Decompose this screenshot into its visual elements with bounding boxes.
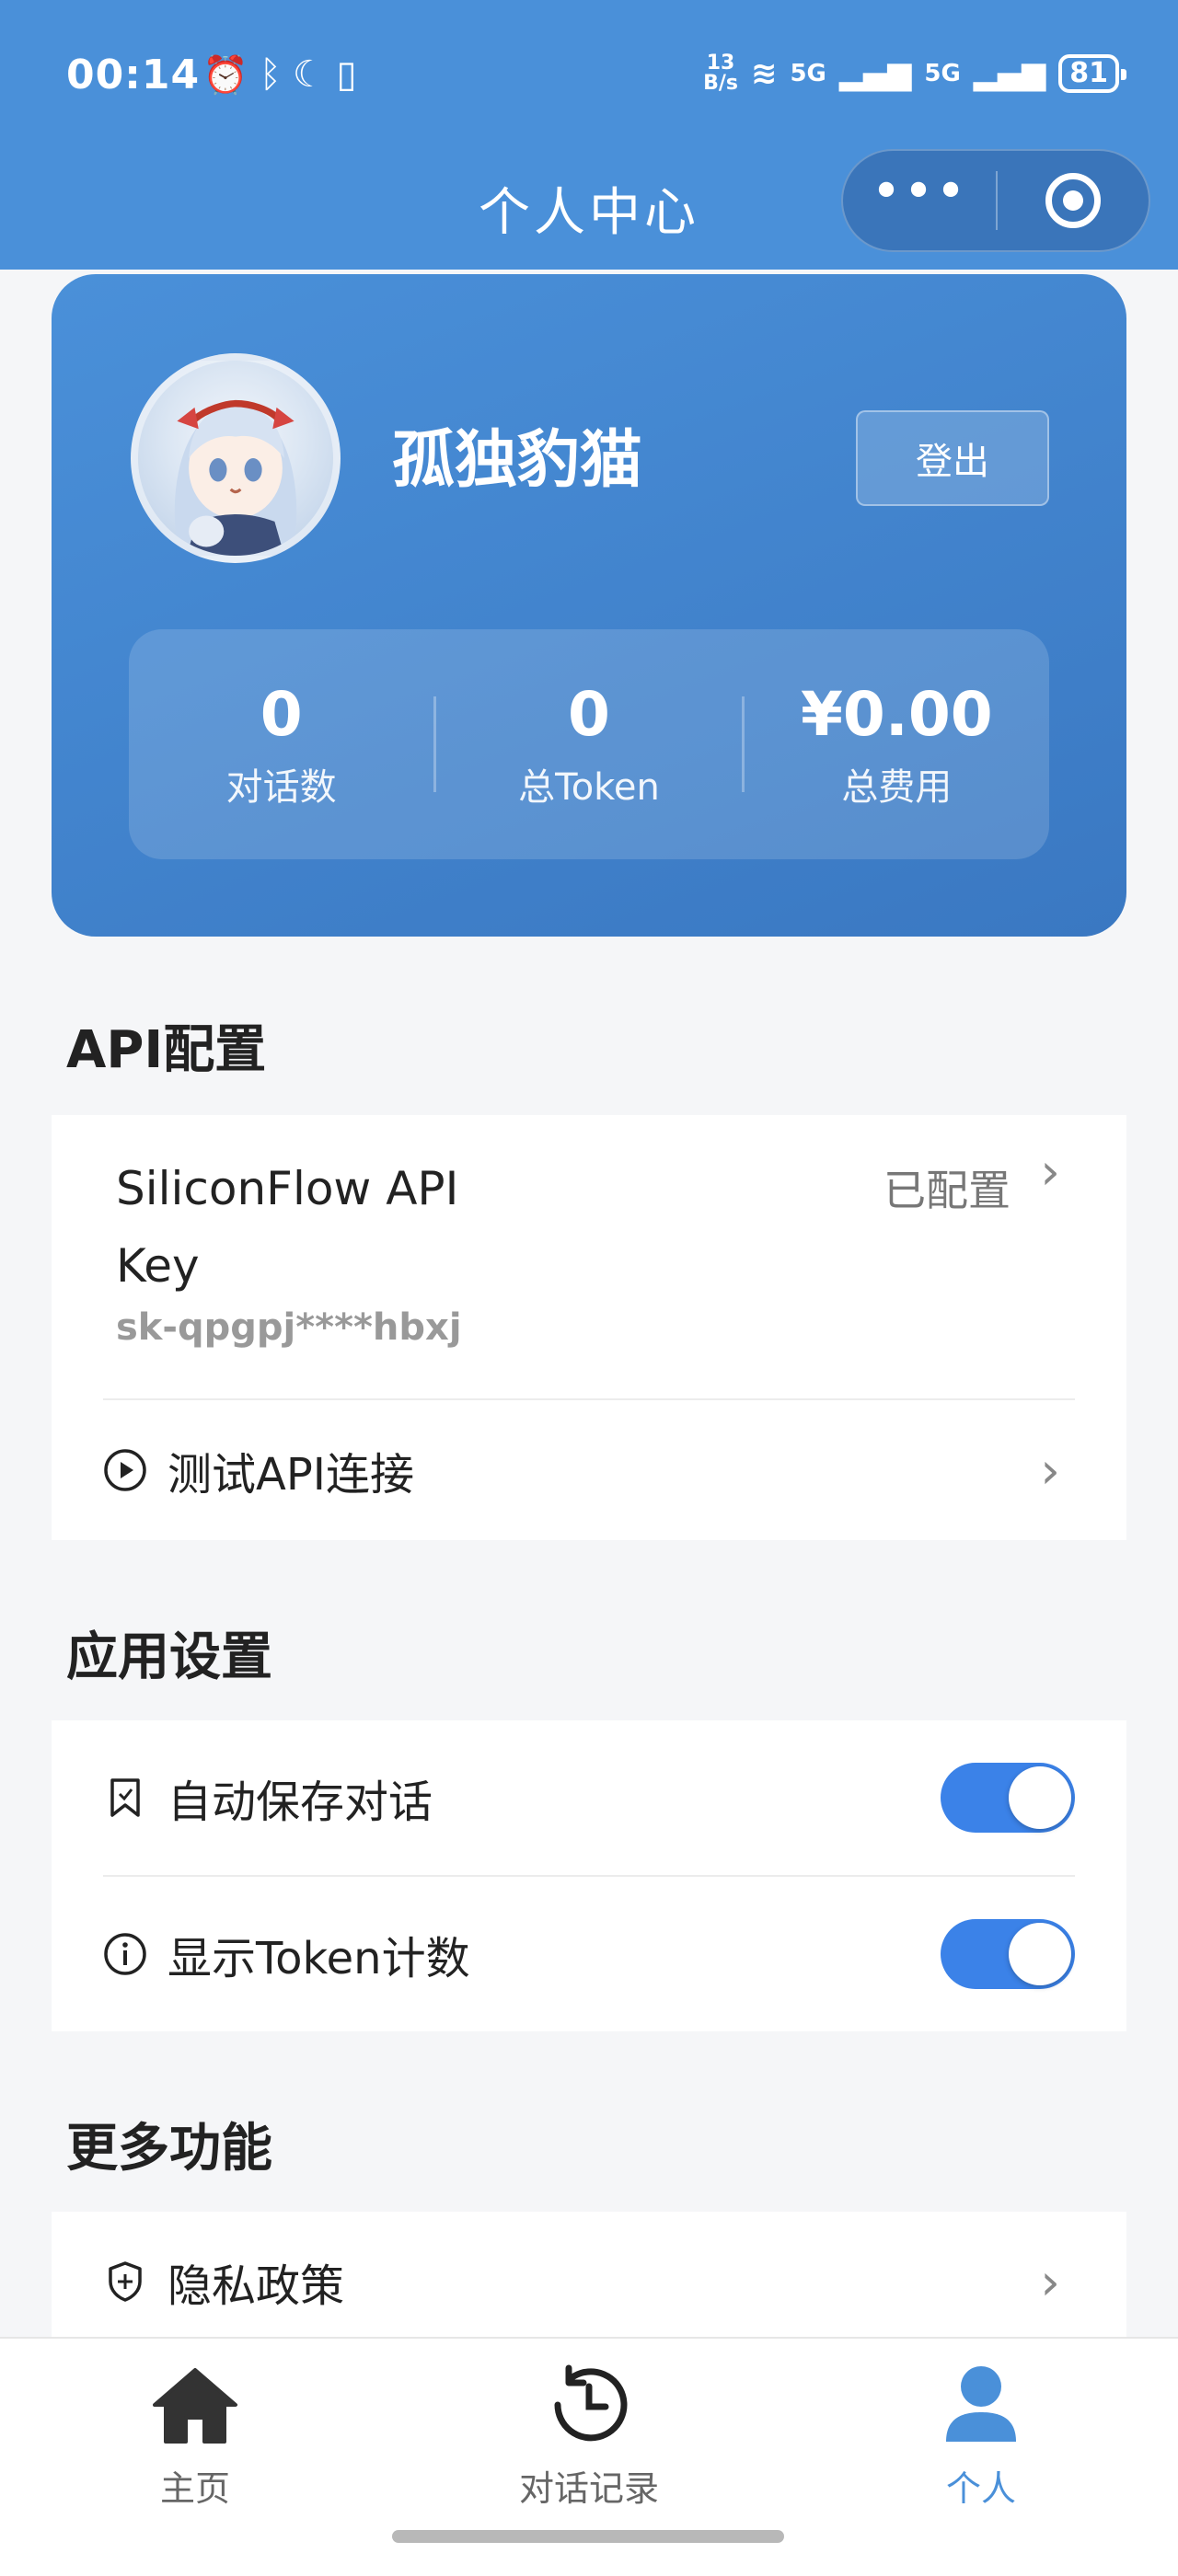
chevron-right-icon: › (1040, 1143, 1060, 1201)
show-token-row: 显示Token计数 (52, 1877, 1126, 2031)
close-miniprogram-button[interactable] (998, 173, 1149, 228)
bookmark-icon (103, 1776, 147, 1820)
api-key-row[interactable]: SiliconFlow API Key 已配置 › sk-qpgpj****hb… (52, 1115, 1126, 1398)
home-icon (149, 2359, 241, 2451)
signal-label-2: 5G (924, 60, 961, 87)
status-time: 00:14 (66, 52, 201, 98)
more-menu-button[interactable]: ••• (843, 167, 996, 218)
bluetooth-icon: ᛒ (259, 53, 282, 96)
home-indicator (392, 2530, 784, 2543)
info-icon (103, 1932, 147, 1976)
shield-icon (103, 2260, 147, 2304)
api-key-masked: sk-qpgpj****hbxj (116, 1306, 462, 1349)
tab-profile[interactable]: 个人 (843, 2359, 1119, 2511)
app-settings-card: 自动保存对话 显示Token计数 (52, 1720, 1126, 2031)
avatar[interactable] (131, 353, 341, 563)
tab-label: 对话记录 (518, 2468, 659, 2509)
avatar-image (174, 399, 297, 556)
tab-history[interactable]: 对话记录 (451, 2359, 727, 2511)
tab-home[interactable]: 主页 (57, 2359, 333, 2511)
show-token-toggle[interactable] (941, 1919, 1075, 1989)
status-icons: ⏰ ᛒ ☾ ▯ (202, 53, 357, 97)
signal-bars-icon: ▂▄▆ (838, 55, 912, 92)
tab-label: 个人 (945, 2468, 1016, 2509)
status-right: 13 B/s ≋ 5G ▂▄▆ 5G ▂▄▆ 81 (703, 53, 1126, 94)
person-icon (935, 2359, 1027, 2451)
stat-label: 总Token (518, 766, 660, 809)
profile-card: 孤独豹猫 登出 0 对话数 0 总Token ¥0.00 总费用 (52, 274, 1126, 937)
stat-conversations: 0 对话数 (129, 678, 433, 811)
stat-label: 总费用 (841, 766, 953, 809)
moon-icon: ☾ (292, 53, 326, 96)
status-bar: 00:14 ⏰ ᛒ ☾ ▯ 13 B/s ≋ 5G ▂▄▆ 5G ▂▄▆ 81 (0, 0, 1178, 156)
history-icon (543, 2359, 635, 2451)
more-features-card: 隐私政策 › (52, 2212, 1126, 2337)
signal-bars-icon-2: ▂▄▆ (973, 55, 1046, 92)
network-speed-unit: B/s (703, 72, 738, 95)
section-title-more: 更多功能 (66, 2119, 272, 2179)
stat-label: 对话数 (225, 766, 337, 809)
vibrate-icon: ▯ (336, 53, 357, 96)
show-token-label: 显示Token计数 (167, 1933, 470, 1984)
api-config-card: SiliconFlow API Key 已配置 › sk-qpgpj****hb… (52, 1115, 1126, 1540)
privacy-policy-label: 隐私政策 (167, 2260, 345, 2312)
test-api-label: 测试API连接 (167, 1449, 414, 1501)
stat-value: ¥0.00 (800, 679, 993, 750)
target-icon (1045, 173, 1101, 228)
miniprogram-capsule: ••• (841, 149, 1150, 252)
battery-icon: 81 (1058, 54, 1126, 93)
stat-cost: ¥0.00 总费用 (745, 678, 1049, 811)
signal-label-1: 5G (790, 60, 826, 87)
tab-label: 主页 (159, 2468, 230, 2509)
stats-panel: 0 对话数 0 总Token ¥0.00 总费用 (129, 629, 1049, 859)
section-title-api: API配置 (66, 1020, 267, 1080)
app-header: 00:14 ⏰ ᛒ ☾ ▯ 13 B/s ≋ 5G ▂▄▆ 5G ▂▄▆ 81 … (0, 0, 1178, 270)
chevron-right-icon: › (1040, 2252, 1060, 2311)
username: 孤独豹猫 (392, 424, 643, 497)
privacy-policy-row[interactable]: 隐私政策 › (52, 2212, 1126, 2352)
test-api-row[interactable]: 测试API连接 › (52, 1400, 1126, 1540)
auto-save-label: 自动保存对话 (167, 1777, 433, 1828)
api-key-status: 已配置 (884, 1166, 1011, 1215)
network-speed-value: 13 (706, 52, 735, 75)
wifi-icon: ≋ (750, 55, 778, 92)
stat-value: 0 (260, 679, 303, 750)
chevron-right-icon: › (1040, 1441, 1060, 1500)
network-speed: 13 B/s (703, 53, 738, 94)
section-title-app-settings: 应用设置 (66, 1627, 272, 1687)
auto-save-toggle[interactable] (941, 1763, 1075, 1833)
auto-save-row: 自动保存对话 (52, 1720, 1126, 1875)
api-key-title: SiliconFlow API Key (116, 1162, 459, 1293)
alarm-icon: ⏰ (202, 54, 248, 97)
logout-button[interactable]: 登出 (856, 410, 1049, 506)
stat-tokens: 0 总Token (436, 678, 741, 811)
stat-value: 0 (568, 679, 610, 750)
play-circle-icon (103, 1448, 147, 1492)
